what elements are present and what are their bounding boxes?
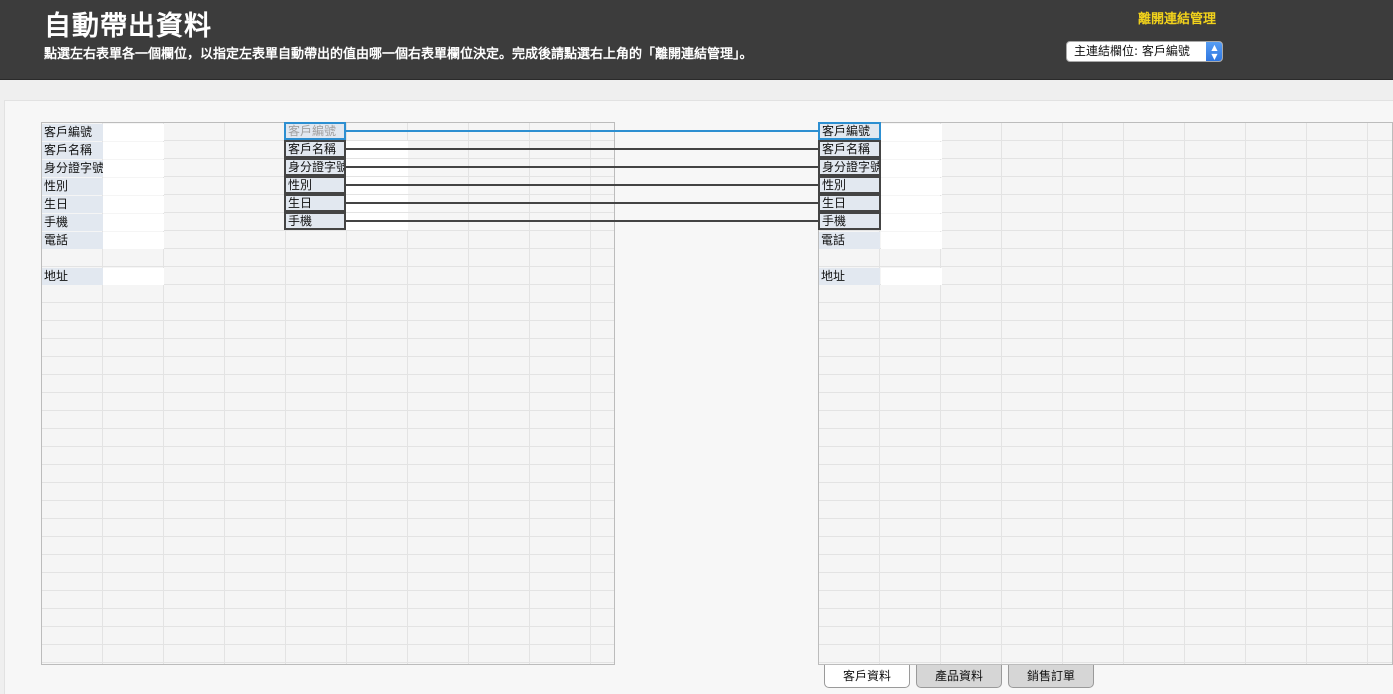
left-field-value[interactable] [103,268,164,285]
left-field-label[interactable]: 生日 [42,196,103,213]
right-field-value[interactable] [881,196,942,213]
right-field-value[interactable] [881,268,942,285]
link-source-value[interactable] [346,159,408,176]
left-field-value[interactable] [103,124,164,141]
link-source-field-mobile[interactable]: 手機 [284,212,346,230]
left-field-label[interactable]: 客戶名稱 [42,142,103,159]
link-source-value[interactable] [346,141,408,158]
master-link-field-select[interactable]: 主連結欄位: 客戶編號 ▲ ▼ [1066,41,1223,62]
right-field-value[interactable] [881,124,942,141]
tab-sales-orders[interactable]: 銷售訂單 [1008,665,1094,688]
left-field-label[interactable]: 電話 [42,232,103,249]
left-field-value[interactable] [103,142,164,159]
link-target-field-customer-name[interactable]: 客戶名稱 [818,140,881,158]
master-link-field-value: 主連結欄位: 客戶編號 [1074,44,1190,58]
link-source-field-customer-name[interactable]: 客戶名稱 [284,140,346,158]
link-target-field-mobile[interactable]: 手機 [818,212,881,230]
link-source-value[interactable] [346,213,408,230]
left-field-label[interactable]: 性別 [42,178,103,195]
link-source-field-id-number[interactable]: 身分證字號 [284,158,346,176]
link-source-value[interactable] [346,177,408,194]
tab-product-data[interactable]: 產品資料 [916,665,1002,688]
link-source-value[interactable] [346,195,408,212]
link-source-field-birthday[interactable]: 生日 [284,194,346,212]
right-field-label[interactable]: 電話 [819,232,880,249]
select-arrows-icon: ▲ ▼ [1206,42,1222,61]
right-form-panel: 電話 地址 [818,122,1393,665]
link-target-field-birthday[interactable]: 生日 [818,194,881,212]
page-description: 點選左右表單各一個欄位，以指定左表單自動帶出的值由哪一個右表單欄位決定。完成後請… [44,47,753,62]
link-target-field-id-number[interactable]: 身分證字號 [818,158,881,176]
link-target-field-gender[interactable]: 性別 [818,176,881,194]
right-field-value[interactable] [881,160,942,177]
left-field-value[interactable] [103,232,164,249]
link-target-field-customer-id[interactable]: 客戶編號 [818,122,881,140]
link-source-field-customer-id[interactable]: 客戶編號 [284,122,346,140]
right-field-value[interactable] [881,142,942,159]
left-field-value[interactable] [103,160,164,177]
left-field-value[interactable] [103,196,164,213]
right-field-value[interactable] [881,232,942,249]
link-source-field-gender[interactable]: 性別 [284,176,346,194]
header-bar: 自動帶出資料 點選左右表單各一個欄位，以指定左表單自動帶出的值由哪一個右表單欄位… [0,0,1393,80]
right-field-label[interactable]: 地址 [819,268,880,285]
left-field-label[interactable]: 身分證字號 [42,160,103,177]
left-field-label[interactable]: 客戶編號 [42,124,103,141]
right-field-value[interactable] [881,214,942,231]
left-field-label[interactable]: 手機 [42,214,103,231]
page-title: 自動帶出資料 [44,11,212,42]
right-field-value[interactable] [881,178,942,195]
left-field-value[interactable] [103,214,164,231]
tab-customer-data[interactable]: 客戶資料 [824,665,910,688]
left-field-label[interactable]: 地址 [42,268,103,285]
exit-link-management-link[interactable]: 離開連結管理 [1138,8,1216,27]
left-field-value[interactable] [103,178,164,195]
